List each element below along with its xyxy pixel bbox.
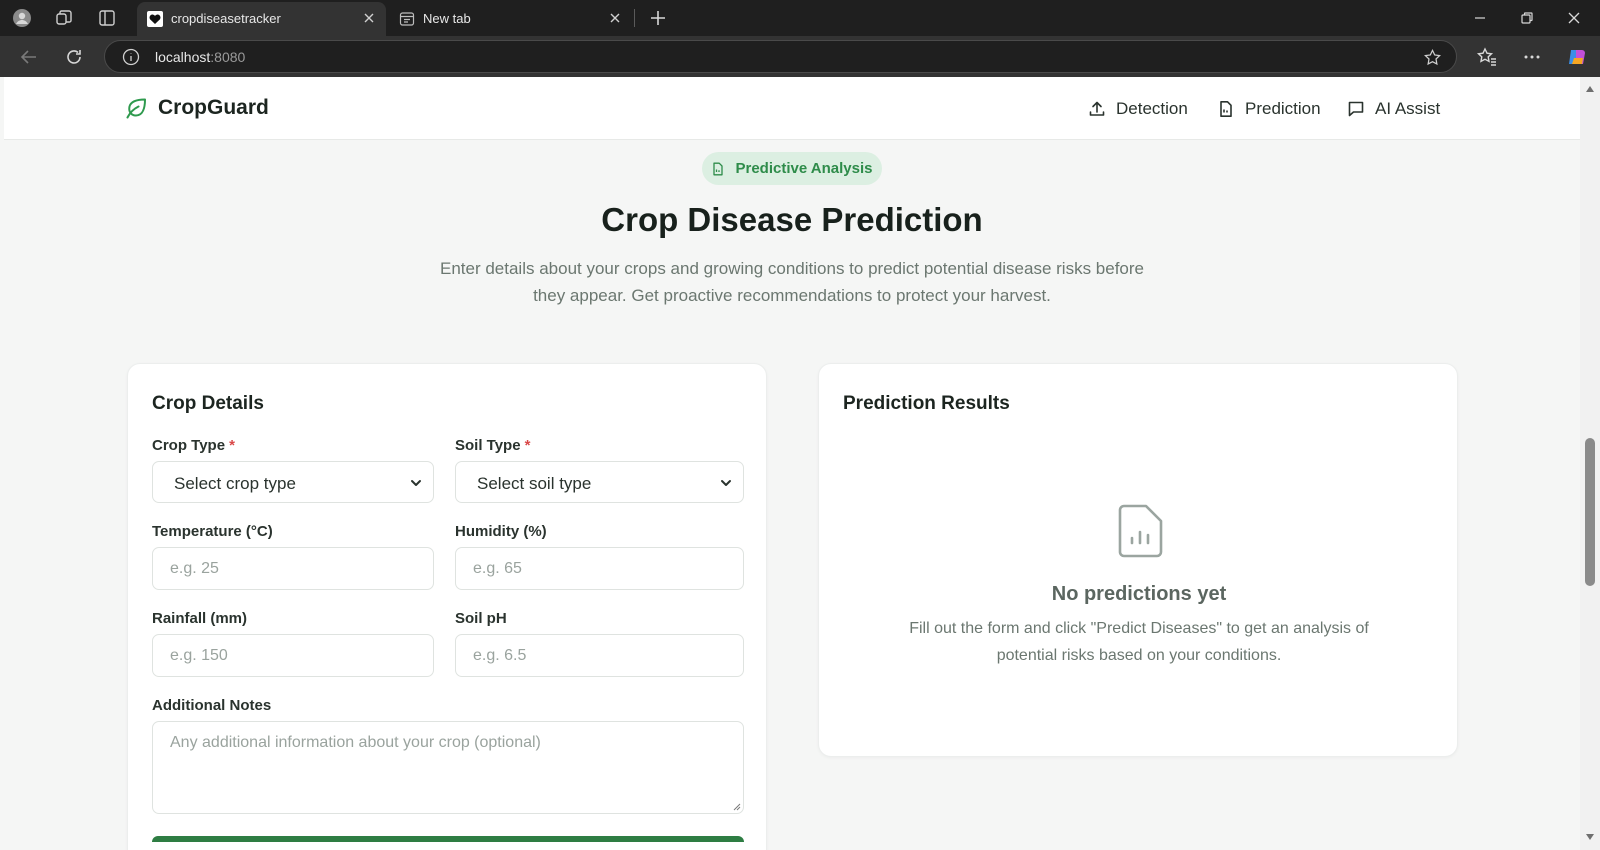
chevron-down-icon — [411, 480, 421, 486]
empty-state-title: No predictions yet — [1051, 583, 1227, 605]
temperature-input[interactable]: e.g. 25 — [152, 547, 434, 590]
resize-handle-icon[interactable] — [731, 801, 741, 811]
brand-logo[interactable]: CropGuard — [124, 95, 269, 121]
file-icon — [1220, 101, 1232, 117]
nav-ai-assist[interactable]: AI Assist — [1347, 97, 1440, 121]
close-tab-icon[interactable] — [606, 9, 624, 27]
prediction-results-title: Prediction Results — [843, 393, 1010, 414]
crop-type-label-text: Crop Type — [152, 437, 226, 454]
chevron-down-icon — [721, 480, 731, 486]
url-text: localhost:8080 — [155, 49, 245, 65]
temperature-placeholder: e.g. 25 — [170, 560, 219, 577]
page-viewport: CropGuard Detection Prediction AI Assist… — [4, 77, 1580, 850]
browser-tab-bar: cropdiseasetracker New tab — [0, 0, 1600, 36]
required-marker: * — [524, 437, 531, 454]
tab-cropdiseasetracker[interactable]: cropdiseasetracker — [137, 2, 386, 36]
crop-type-select[interactable]: Select crop type — [152, 461, 434, 503]
soil-type-value: Select soil type — [477, 474, 592, 493]
scroll-down-icon[interactable] — [1585, 832, 1595, 842]
tab-separator — [634, 9, 635, 27]
copilot-icon[interactable] — [1566, 46, 1588, 68]
restore-icon[interactable] — [1517, 8, 1537, 28]
additional-notes-textarea[interactable]: Any additional information about your cr… — [152, 721, 744, 814]
soil-type-label-text: Soil Type — [455, 437, 521, 454]
page-description: Enter details about your crops and growi… — [439, 259, 1144, 305]
predict-diseases-button[interactable] — [152, 836, 744, 842]
soil-type-select[interactable]: Select soil type — [455, 461, 744, 503]
url-host: localhost — [155, 49, 211, 65]
required-marker: * — [229, 437, 235, 454]
soil-ph-label: Soil pH — [455, 610, 507, 627]
heart-favicon-icon — [147, 11, 163, 27]
tab-title: cropdiseasetracker — [171, 11, 281, 26]
crop-type-label: Crop Type * — [152, 437, 235, 454]
scrollbar-thumb[interactable] — [1585, 438, 1595, 586]
soil-ph-input[interactable]: e.g. 6.5 — [455, 634, 744, 677]
close-tab-icon[interactable] — [360, 9, 378, 27]
nav-label: Prediction — [1245, 99, 1321, 118]
back-icon[interactable] — [18, 46, 40, 68]
url-port: :8080 — [210, 49, 246, 65]
leaf-icon — [126, 98, 146, 119]
page-title: Crop Disease Prediction — [601, 201, 983, 238]
address-bar[interactable]: localhost:8080 — [104, 40, 1457, 73]
brand-name: CropGuard — [158, 96, 269, 119]
refresh-icon[interactable] — [63, 46, 85, 68]
badge-label: Predictive Analysis — [735, 160, 873, 177]
prediction-results-card: Prediction Results No predictions yet Fi… — [818, 363, 1458, 757]
site-info-icon[interactable] — [122, 48, 140, 66]
new-tab-page-icon — [399, 12, 415, 26]
nav-prediction[interactable]: Prediction — [1217, 97, 1321, 121]
workspaces-icon[interactable] — [54, 8, 74, 28]
file-icon — [713, 162, 724, 175]
additional-notes-label: Additional Notes — [152, 697, 272, 714]
crop-details-title: Crop Details — [152, 393, 264, 414]
soil-type-label: Soil Type * — [455, 437, 530, 454]
window-close-icon[interactable] — [1564, 8, 1584, 28]
scroll-up-icon[interactable] — [1585, 84, 1595, 94]
rainfall-input[interactable]: e.g. 150 — [152, 634, 434, 677]
new-tab-plus-icon[interactable] — [647, 7, 669, 29]
rainfall-placeholder: e.g. 150 — [170, 647, 228, 664]
humidity-placeholder: e.g. 65 — [473, 560, 522, 577]
humidity-input[interactable]: e.g. 65 — [455, 547, 744, 590]
nav-label: Detection — [1116, 99, 1188, 118]
chat-icon — [1348, 101, 1364, 117]
favorites-icon[interactable] — [1476, 46, 1498, 68]
file-chart-icon — [1118, 504, 1163, 558]
crop-details-card: Crop Details Crop Type * Select crop type… — [127, 363, 767, 850]
more-options-icon[interactable] — [1521, 46, 1543, 68]
nav-detection[interactable]: Detection — [1088, 97, 1188, 121]
site-header: CropGuard Detection Prediction AI Assist — [4, 77, 1580, 140]
minimize-icon[interactable] — [1470, 8, 1490, 28]
page-scrollbar[interactable] — [1580, 77, 1600, 850]
vertical-tabs-icon[interactable] — [97, 8, 117, 28]
upload-icon — [1089, 101, 1105, 116]
empty-state-description: Fill out the form and click "Predict Dis… — [909, 620, 1369, 664]
notes-placeholder: Any additional information about your cr… — [170, 734, 541, 751]
temperature-label: Temperature (°C) — [152, 523, 273, 540]
browser-address-bar: localhost:8080 — [0, 36, 1600, 77]
predictive-analysis-badge: Predictive Analysis — [702, 152, 882, 185]
crop-type-value: Select crop type — [174, 474, 296, 493]
favorite-star-icon[interactable] — [1423, 48, 1442, 67]
soil-ph-placeholder: e.g. 6.5 — [473, 647, 527, 664]
profile-icon[interactable] — [12, 8, 32, 28]
tab-title: New tab — [423, 11, 471, 26]
nav-label: AI Assist — [1375, 99, 1441, 118]
rainfall-label: Rainfall (mm) — [152, 610, 248, 627]
tab-new-tab[interactable]: New tab — [389, 2, 632, 36]
humidity-label: Humidity (%) — [455, 523, 547, 540]
